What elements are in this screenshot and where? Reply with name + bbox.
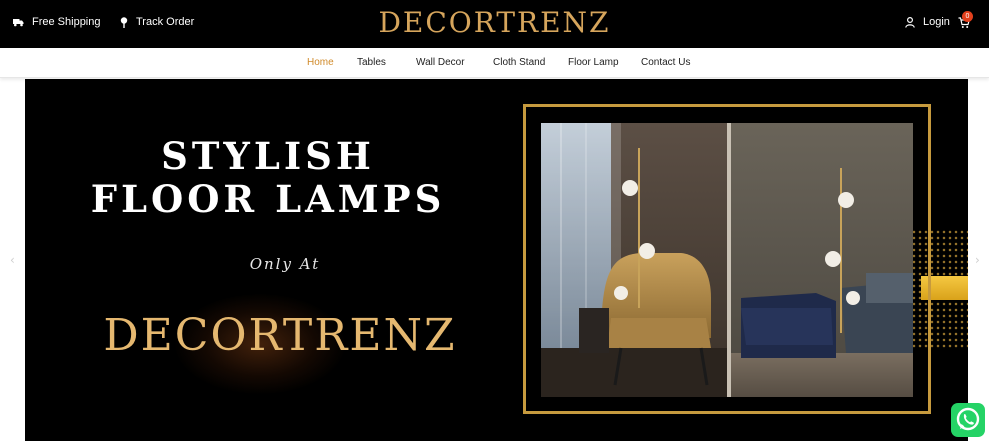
top-bar: Free Shipping Track Order DECORTRENZ Log… (0, 0, 989, 48)
hero-subtitle: Only At (249, 255, 321, 273)
brand-logo[interactable]: DECORTRENZ (0, 6, 989, 39)
hero-brand: DECORTRENZ (103, 310, 457, 361)
hero-title-line2: FLOOR LAMPS (90, 177, 446, 221)
user-icon (905, 16, 915, 28)
nav-contact-us[interactable]: Contact Us (641, 57, 690, 68)
login-label: Login (923, 16, 950, 28)
floor-lamp-photo (541, 123, 913, 397)
hero-banner[interactable]: STYLISH FLOOR LAMPS Only At DECORTRENZ (25, 79, 968, 441)
nav-tables[interactable]: Tables (357, 57, 386, 68)
nav-floor-lamp[interactable]: Floor Lamp (568, 57, 619, 68)
whatsapp-button[interactable] (951, 403, 985, 437)
cart-count-badge: 0 (962, 11, 973, 22)
whatsapp-icon (951, 407, 985, 441)
nav-cloth-stand[interactable]: Cloth Stand (493, 57, 545, 68)
main-nav: Home Tables Wall Decor Cloth Stand Floor… (0, 48, 989, 78)
nav-wall-decor[interactable]: Wall Decor (416, 57, 465, 68)
nav-home[interactable]: Home (307, 57, 334, 68)
hero-title-line1: STYLISH (161, 134, 375, 178)
slider-next-arrow[interactable]: › (975, 253, 980, 267)
login-link[interactable]: Login (905, 16, 950, 28)
slider-prev-arrow[interactable]: ‹ (10, 253, 15, 267)
